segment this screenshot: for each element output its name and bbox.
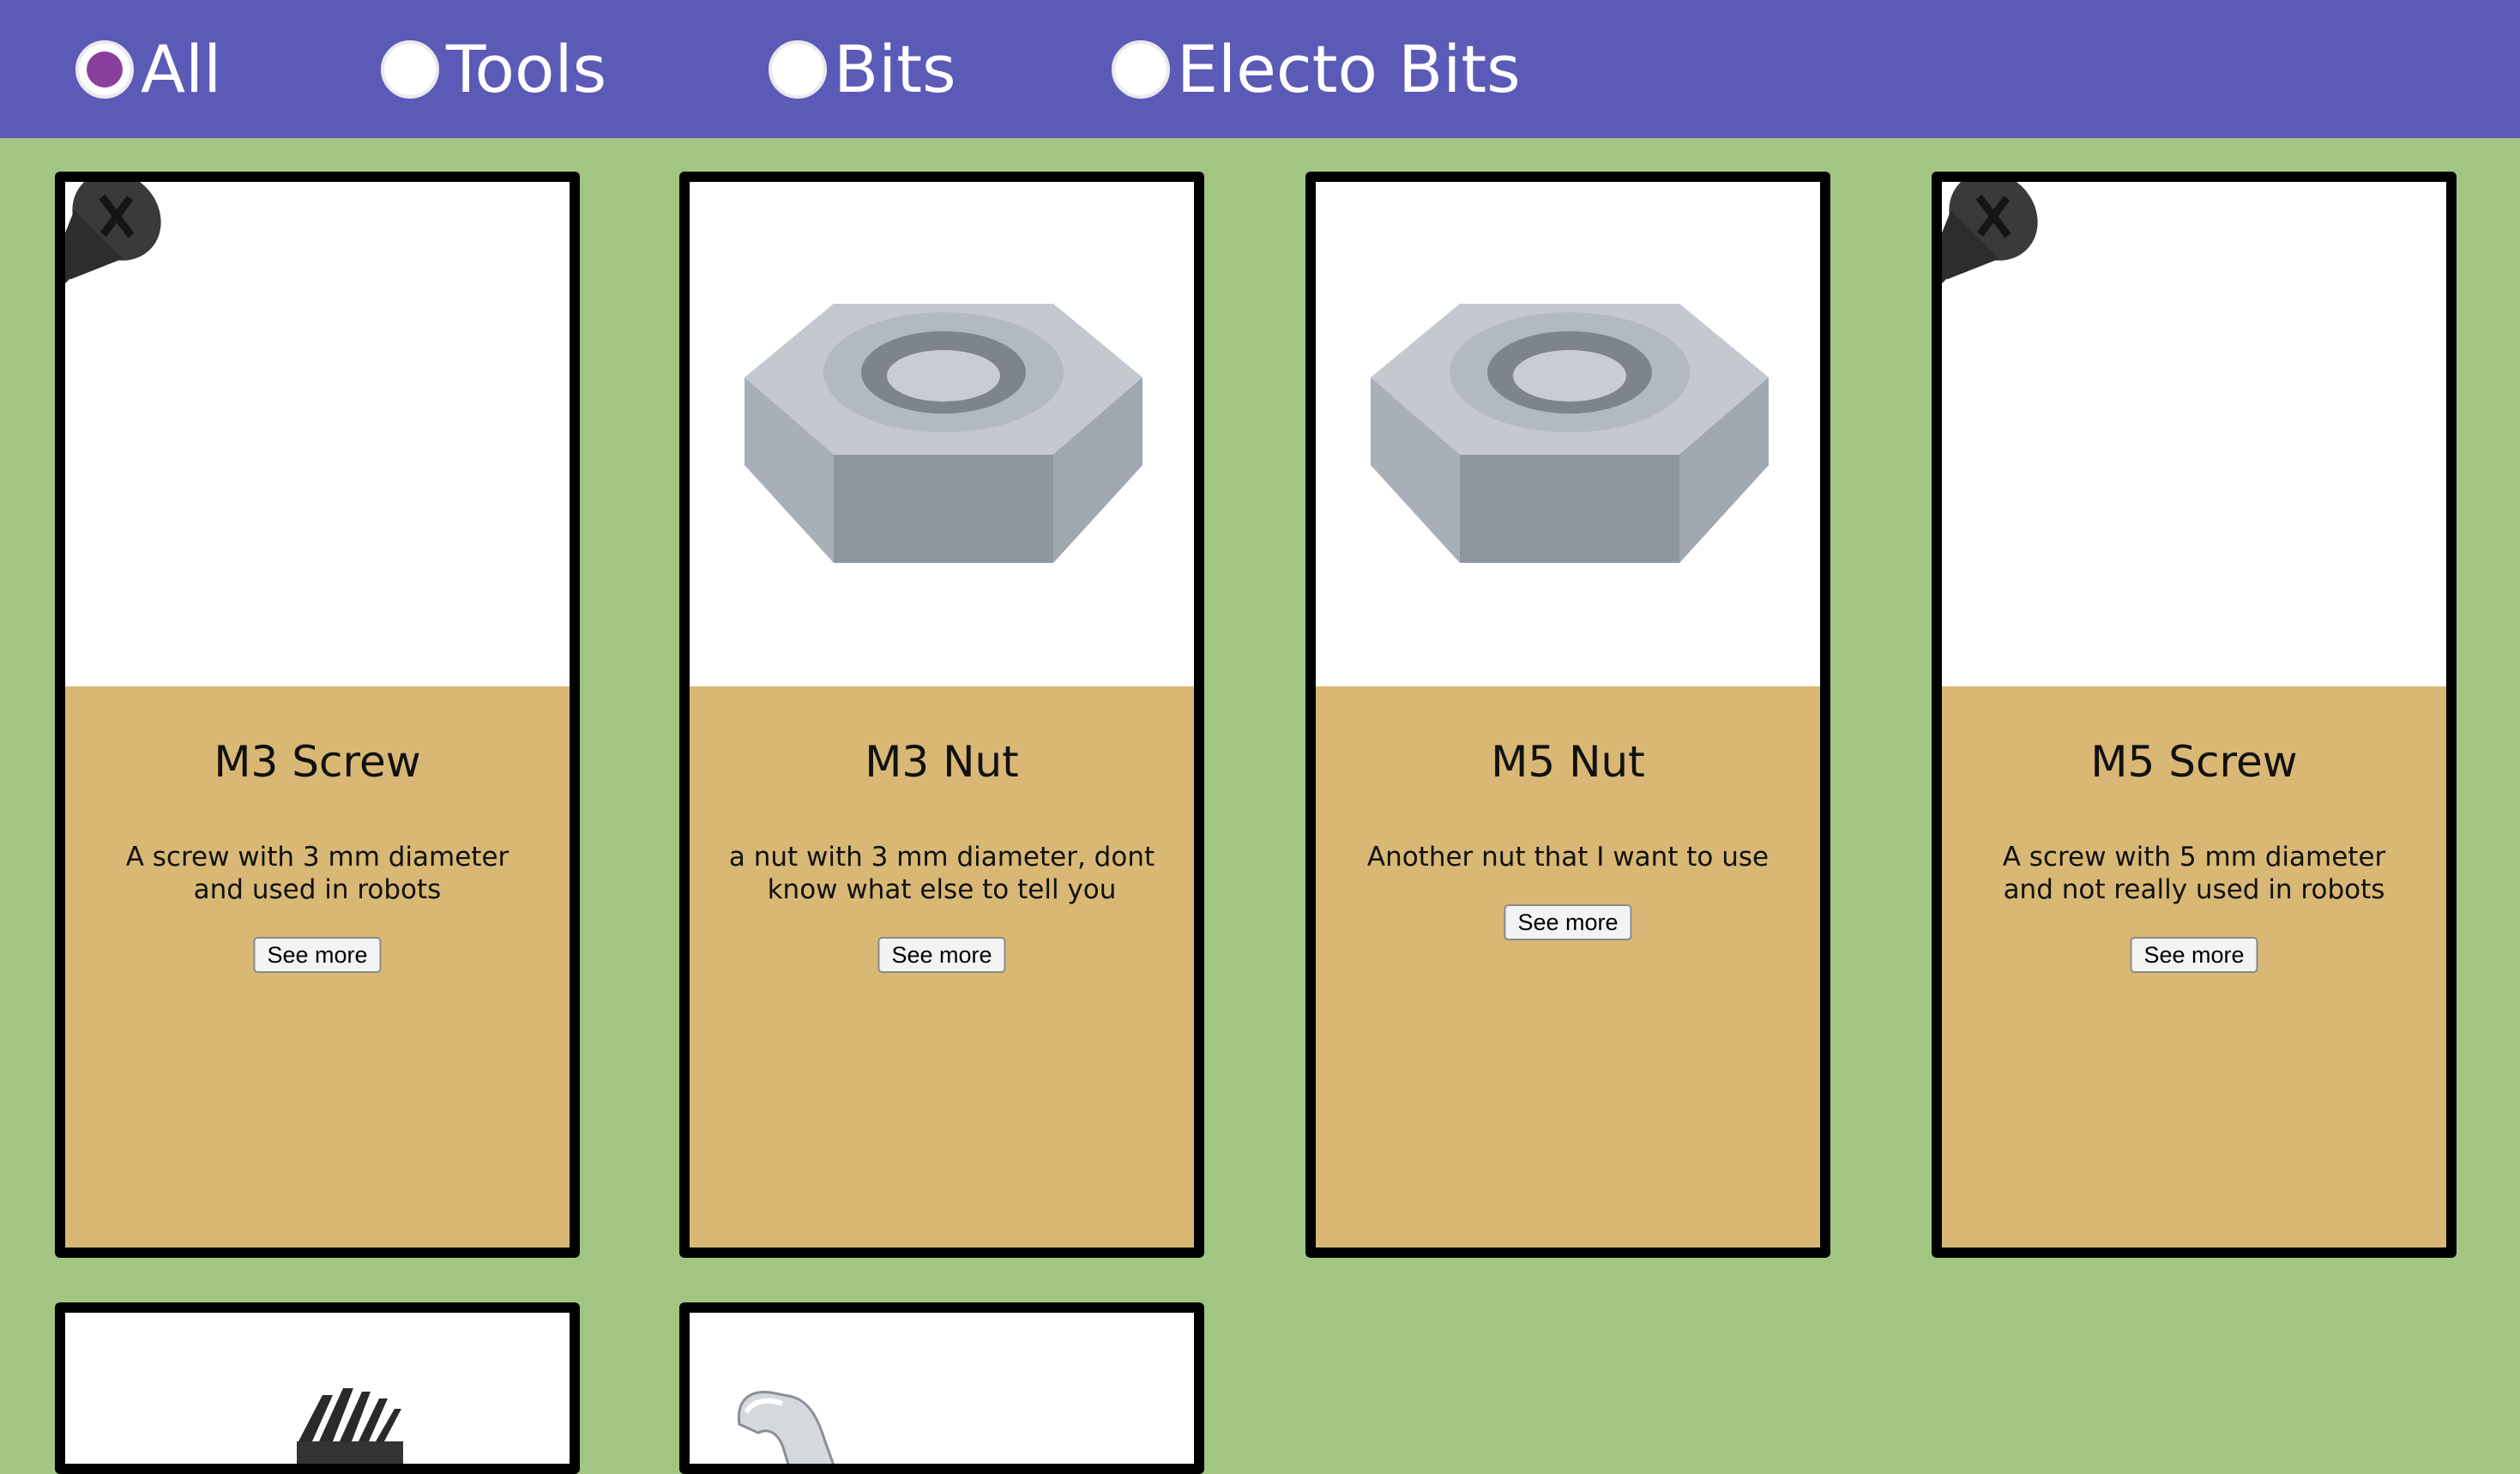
product-description: Another nut that I want to use [1366, 842, 1769, 873]
product-image [690, 182, 1194, 686]
see-more-button[interactable]: See more [877, 937, 1006, 973]
product-card: M5 Nut Another nut that I want to use Se… [1305, 172, 1830, 1258]
radio-all[interactable] [75, 40, 134, 99]
nut-icon [745, 304, 1142, 563]
see-more-button[interactable]: See more [253, 937, 382, 973]
product-image [65, 182, 570, 686]
filter-label-tools: Tools [446, 31, 607, 107]
category-filter-bar: All Tools Bits Electo Bits [0, 0, 2520, 138]
product-image [690, 1313, 1194, 1464]
product-image [1942, 182, 2446, 686]
product-description: a nut with 3 mm diameter, dont know what… [728, 842, 1155, 905]
filter-label-all: All [141, 31, 222, 107]
radio-tools[interactable] [381, 40, 439, 99]
wrench-icon [737, 1391, 835, 1464]
filter-option-electo-bits[interactable]: Electo Bits [1112, 33, 1521, 106]
product-title: M5 Nut [1491, 737, 1645, 787]
product-title: M3 Screw [214, 737, 421, 787]
heatsink-icon [297, 1388, 403, 1464]
product-image [1316, 182, 1820, 686]
product-card: M3 Screw A screw with 3 mm diameter and … [55, 172, 580, 1258]
screw-icon [1942, 182, 2038, 606]
nut-icon [1371, 304, 1769, 563]
filter-label-electo-bits: Electo Bits [1177, 31, 1521, 107]
filter-label-bits: Bits [834, 31, 956, 107]
filter-option-bits[interactable]: Bits [769, 33, 956, 106]
product-card: M5 Screw A screw with 5 mm diameter and … [1932, 172, 2457, 1258]
product-description: A screw with 3 mm diameter and used in r… [125, 842, 509, 905]
radio-bits[interactable] [769, 40, 827, 99]
filter-option-all[interactable]: All [75, 33, 221, 106]
filter-option-tools[interactable]: Tools [381, 33, 606, 106]
product-card: M3 Nut a nut with 3 mm diameter, dont kn… [679, 172, 1204, 1258]
product-description: A screw with 5 mm diameter and not reall… [2002, 842, 2386, 905]
screw-icon [65, 182, 161, 606]
product-card [679, 1302, 1204, 1474]
product-card [55, 1302, 580, 1474]
see-more-button[interactable]: See more [1504, 904, 1632, 940]
radio-electo-bits[interactable] [1112, 40, 1170, 99]
product-title: M5 Screw [2090, 737, 2298, 787]
product-image [65, 1313, 570, 1464]
see-more-button[interactable]: See more [2130, 937, 2258, 973]
product-title: M3 Nut [865, 737, 1019, 787]
